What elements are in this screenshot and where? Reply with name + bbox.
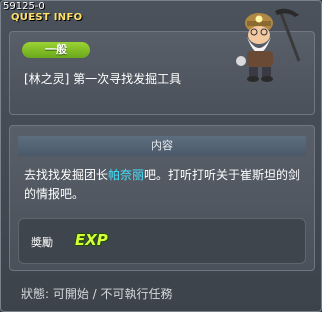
npc-name-highlight: 帕奈丽	[108, 168, 145, 182]
reward-label: 奬勵	[31, 236, 53, 249]
description-text: 去找找发掘团长	[24, 168, 109, 182]
quest-status: 狀態: 可開始 / 不可執行任務	[21, 287, 173, 301]
quest-content-panel: 内容 去找找发掘团长帕奈丽吧。打听打听关于崔斯坦的剑的情报吧。 奬勵 EXP	[9, 125, 315, 271]
quest-category-badge: 一般	[22, 42, 90, 58]
quest-id: 59125-0	[3, 1, 45, 12]
exp-reward-icon[interactable]: EXP	[75, 231, 108, 249]
quest-name: [林之灵] 第一次寻找发掘工具	[24, 72, 182, 86]
npc-miner-icon	[236, 8, 301, 82]
reward-box: 奬勵 EXP	[18, 218, 306, 264]
content-header: 内容	[18, 136, 306, 156]
quest-description: 去找找发掘团长帕奈丽吧。打听打听关于崔斯坦的剑的情报吧。	[24, 166, 306, 204]
quest-info-window: 59125-0 QUEST INFO 一般 [林之灵] 第一次寻找发掘工具 内容…	[0, 0, 322, 312]
window-title: QUEST INFO	[11, 12, 83, 23]
